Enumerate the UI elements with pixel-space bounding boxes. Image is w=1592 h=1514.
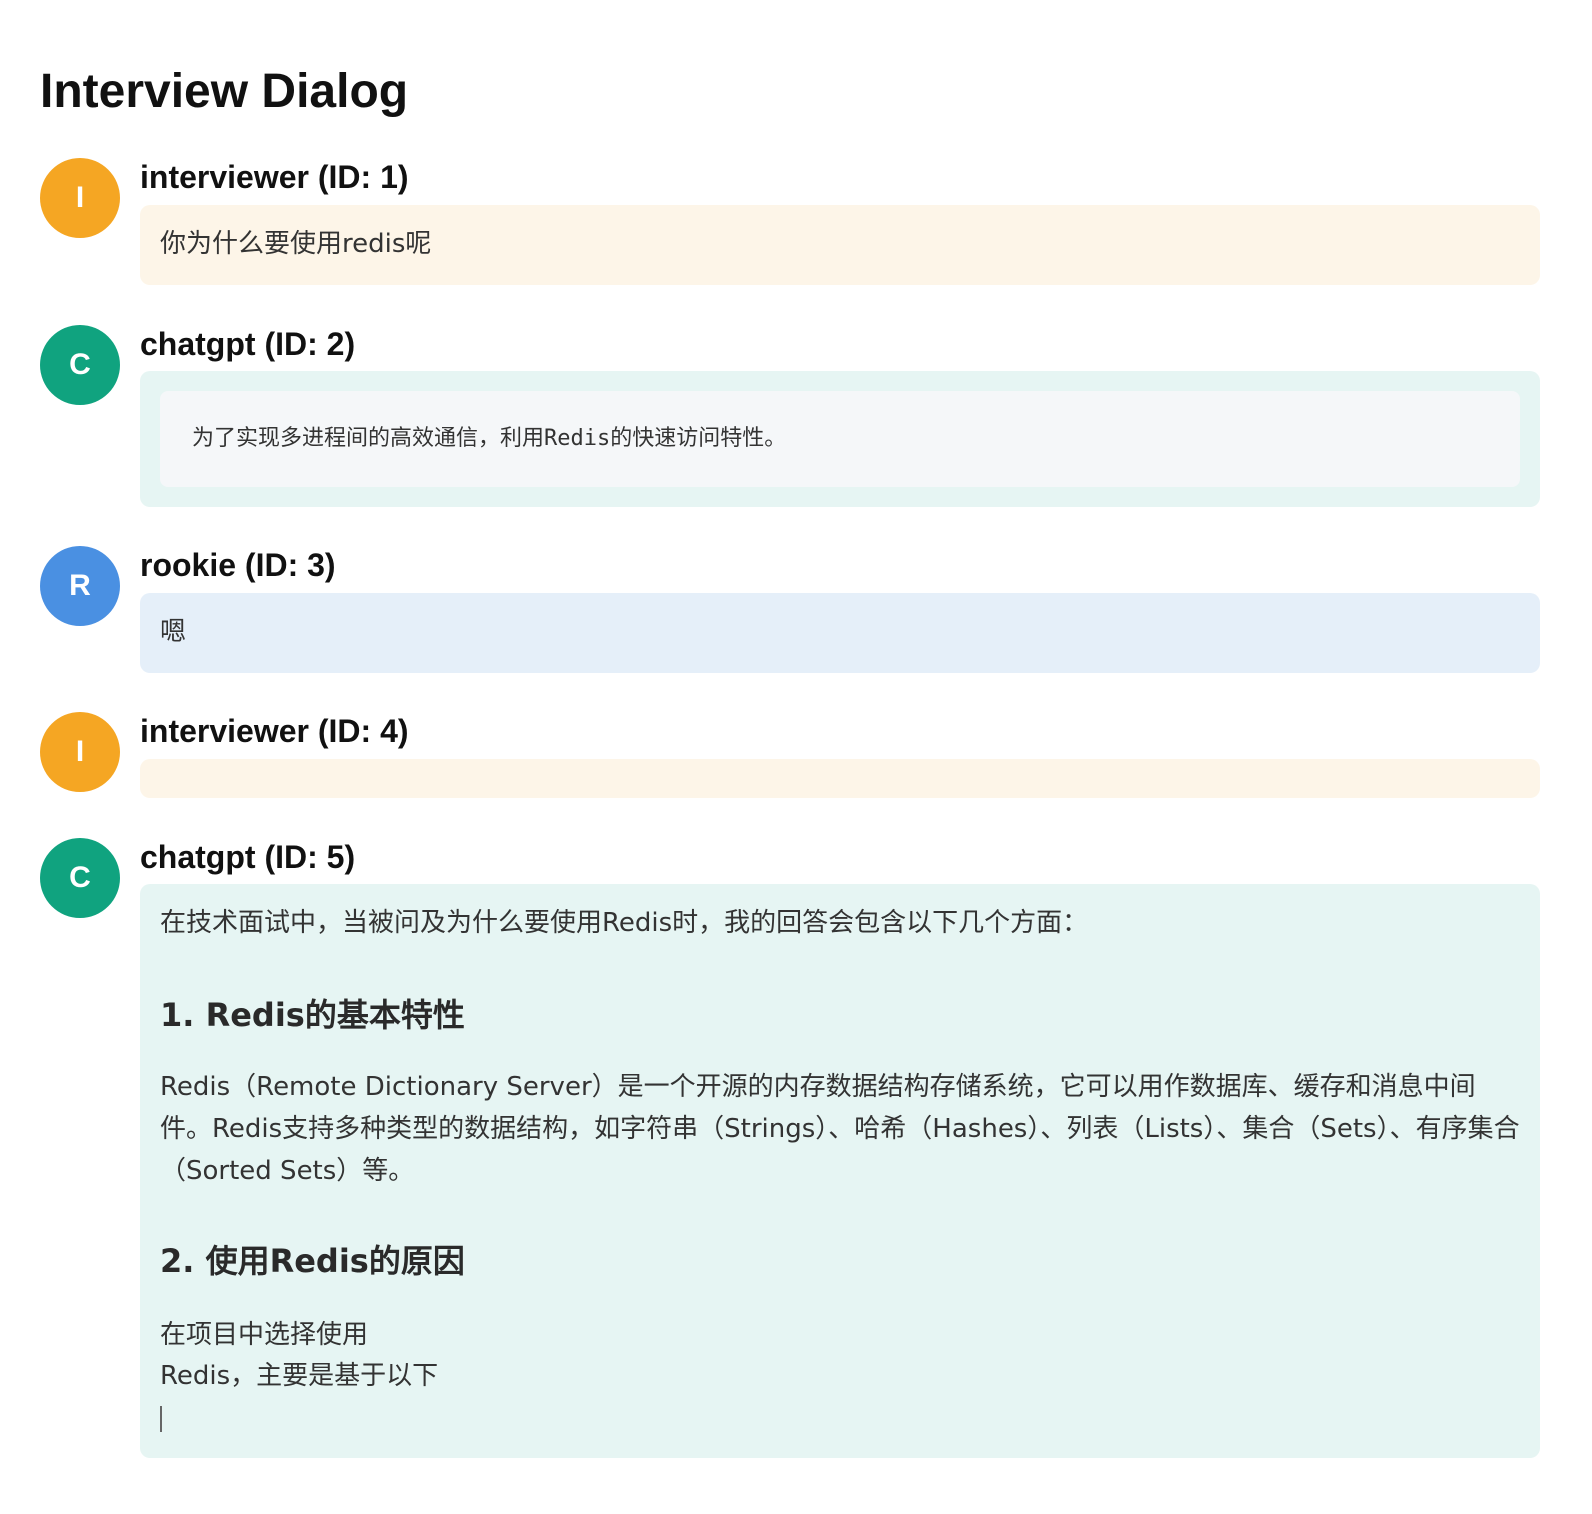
response-intro: 在技术面试中，当被问及为什么要使用Redis时，我的回答会包含以下几个方面： <box>160 908 1089 938</box>
message-bubble: 你为什么要使用redis呢 <box>140 205 1540 285</box>
response-paragraph: Redis（Remote Dictionary Server）是一个开源的内存数… <box>160 1072 1520 1186</box>
sender-name: chatgpt (ID: 2) <box>140 326 356 362</box>
typing-cursor <box>160 1406 162 1432</box>
page-title: Interview Dialog <box>40 65 409 118</box>
message-item: I interviewer (ID: 4) <box>40 712 1540 802</box>
sender-name: rookie (ID: 3) <box>140 547 336 583</box>
message-bubble <box>140 759 1540 798</box>
interview-dialog-page: Interview Dialog I interviewer (ID: 1) 你… <box>0 0 1592 1514</box>
message-item: I interviewer (ID: 1) 你为什么要使用redis呢 <box>40 158 1540 288</box>
sender-name: interviewer (ID: 4) <box>140 713 409 749</box>
message-item: R rookie (ID: 3) 嗯 <box>40 546 1540 676</box>
message-item: C chatgpt (ID: 5) 在技术面试中，当被问及为什么要使用Redis… <box>40 838 1540 1460</box>
response-heading: 2. 使用Redis的原因 <box>160 1242 465 1280</box>
message-bubble: 在技术面试中，当被问及为什么要使用Redis时，我的回答会包含以下几个方面： 1… <box>140 884 1540 1458</box>
response-line: 在项目中选择使用 <box>160 1320 369 1350</box>
sender-name: interviewer (ID: 1) <box>140 159 409 195</box>
avatar: C <box>40 325 120 405</box>
message-bubble: 为了实现多进程间的高效通信，利用Redis的快速访问特性。 <box>140 371 1540 507</box>
response-line: Redis，主要是基于以下 <box>160 1361 439 1391</box>
response-heading: 1. Redis的基本特性 <box>160 996 465 1034</box>
code-block: 为了实现多进程间的高效通信，利用Redis的快速访问特性。 <box>160 391 1520 487</box>
message-text: 嗯 <box>160 617 187 647</box>
avatar: C <box>40 838 120 918</box>
avatar: I <box>40 712 120 792</box>
avatar: I <box>40 158 120 238</box>
sender-name: chatgpt (ID: 5) <box>140 839 356 875</box>
avatar: R <box>40 546 120 626</box>
message-item: C chatgpt (ID: 2) 为了实现多进程间的高效通信，利用Redis的… <box>40 325 1540 510</box>
message-text: 你为什么要使用redis呢 <box>160 229 432 259</box>
message-bubble: 嗯 <box>140 593 1540 673</box>
